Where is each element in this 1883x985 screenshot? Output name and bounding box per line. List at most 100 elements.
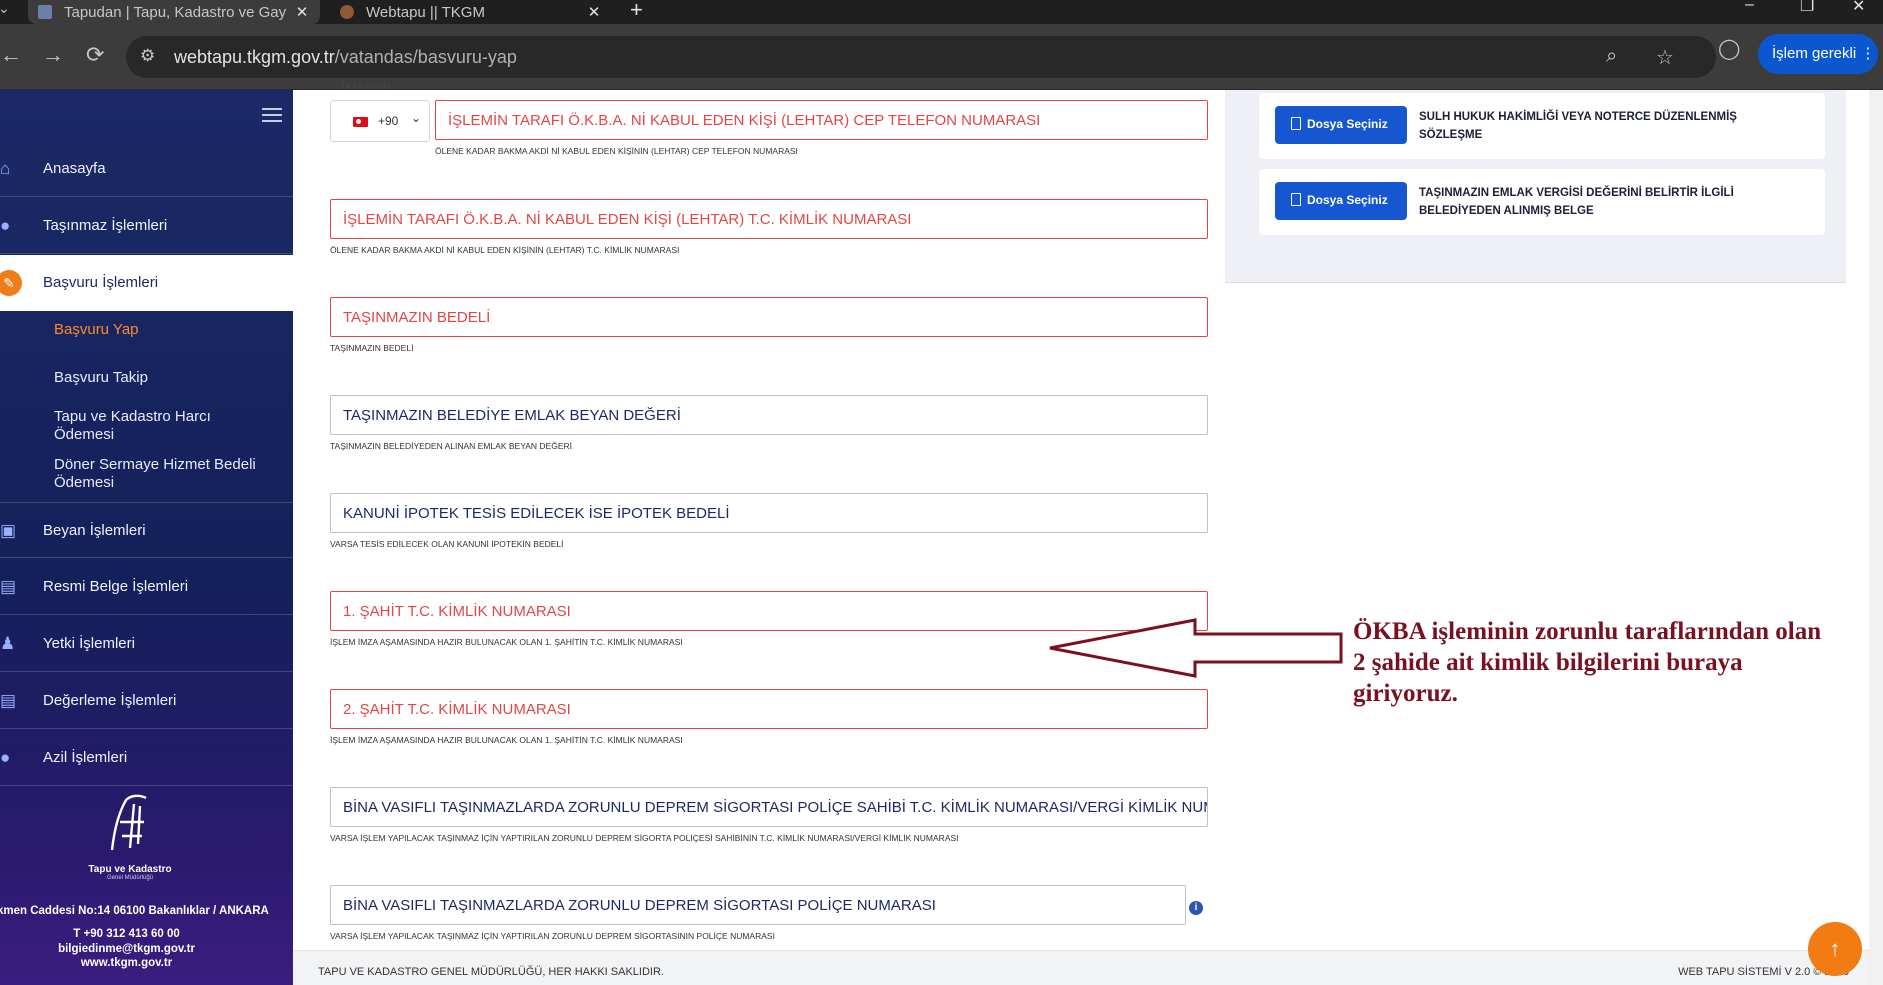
arrow-up-icon: ↑ [1829,936,1841,961]
hamburger-menu-icon[interactable] [262,108,282,126]
sidebar-item-label: Resmi Belge İşlemleri [43,578,189,595]
site-favicon-icon [340,5,354,19]
document-icon: ▤ [0,577,17,596]
edit-icon: ✎ [0,270,22,296]
sidebar-item-azil[interactable]: ● Azil İşlemleri [0,730,293,786]
emlak-beyan-input[interactable]: TAŞINMAZIN BELEDİYE EMLAK BEYAN DEĞERİ [330,395,1208,435]
back-icon[interactable]: ← [0,42,22,68]
tab-title: Webtapu || TKGM [366,3,485,21]
deprem-police-sahibi-input[interactable]: BİNA VASIFLI TAŞINMAZLARDA ZORUNLU DEPRE… [330,787,1208,827]
map-pin-icon: ● [0,216,11,235]
bookmark-star-icon[interactable]: ☆ [1656,45,1674,70]
dial-code: +90 [378,114,399,128]
close-icon[interactable]: ✕ [292,3,312,21]
field-hint: VARSA TESİS EDİLECEK OLAN KANUNİ İPOTEKİ… [330,539,564,549]
upload-card: Dosya Seçiniz SULH HUKUK HAKİMLİĞİ VEYA … [1259,93,1825,159]
zoom-icon[interactable]: ⌕ [1606,45,1617,68]
page-scrollbar[interactable] [1869,90,1883,985]
sidebar-item-label: Değerleme İşlemleri [43,692,177,709]
lehtar-tc-input[interactable]: İŞLEMİN TARAFI Ö.K.B.A. Nİ KABUL EDEN Kİ… [330,199,1208,239]
field-placeholder: 1. ŞAHİT T.C. KİMLİK NUMARASI [343,603,571,620]
chevron-down-icon: ⌄ [411,111,422,125]
subitem-basvuru-yap[interactable]: Başvuru Yap [54,321,284,339]
footer-website[interactable]: www.tkgm.gov.tr [0,957,273,969]
sidebar-item-beyan[interactable]: ▣ Beyan İşlemleri [0,502,293,558]
upload-doc-label: TAŞINMAZIN EMLAK VERGİSİ DEĞERİNİ BELİRT… [1419,187,1734,217]
field-hint: İŞLEM İMZA AŞAMASINDA HAZIR BULUNACAK OL… [330,637,683,647]
file-select-label: Dosya Seçiniz [1307,193,1388,207]
url-path: /vatandas/basvuru-yap [334,47,517,67]
field-placeholder: TAŞINMAZIN BEDELİ [343,309,491,326]
page-content: ⌂ Anasayfa ● Taşınmaz İşlemleri ✎ Başvur… [0,82,1883,985]
file-select-label: Dosya Seçiniz [1307,117,1388,131]
tab-tapudan[interactable]: Tapudan | Tapu, Kadastro ve Gay ✕ [28,0,320,24]
address-bar[interactable]: ⚙ webtapu.tkgm.gov.tr/vatandas/basvuru-y… [126,36,1716,78]
field-hint: VARSA İŞLEM YAPILACAK TAŞINMAZ İÇİN YAPT… [330,833,959,843]
field-placeholder: BİNA VASIFLI TAŞINMAZLARDA ZORUNLU DEPRE… [343,897,936,914]
subitem-basvuru-takip[interactable]: Başvuru Takip [54,369,284,387]
document-icon: ▤ [0,691,17,710]
action-required-button[interactable]: İşlem gerekli ⋮ [1758,34,1878,74]
browser-tab-bar: ⌄ Tapudan | Tapu, Kadastro ve Gay ✕ Webt… [0,0,1883,24]
field-placeholder: TAŞINMAZIN BELEDİYE EMLAK BEYAN DEĞERİ [343,407,681,424]
map-pin-icon: ● [0,748,11,767]
page-footer: TAPU VE KADASTRO GENEL MÜDÜRLÜĞÜ, HER HA… [293,950,1883,985]
sidebar-item-degerleme[interactable]: ▤ Değerleme İşlemleri [0,673,293,729]
sahit-2-tc-input[interactable]: 2. ŞAHİT T.C. KİMLİK NUMARASI [330,689,1208,729]
sidebar-item-anasayfa[interactable]: ⌂ Anasayfa [0,141,293,197]
minimize-icon[interactable]: – [1745,0,1754,14]
annotation-text: ÖKBA işleminin zorunlu taraflarından ola… [1353,618,1822,707]
lehtar-phone-input[interactable]: İŞLEMİN TARAFI Ö.K.B.A. Nİ KABUL EDEN Kİ… [435,100,1208,140]
subitem-doner-sermaye[interactable]: Döner Sermaye Hizmet Bedeli Ödemesi [54,456,279,492]
browser-toolbar: ← → ⟳ ⚙ webtapu.tkgm.gov.tr/vatandas/bas… [0,24,1883,90]
upload-card: Dosya Seçiniz TAŞINMAZIN EMLAK VERGİSİ D… [1259,169,1825,235]
country-code-select[interactable]: +90 ⌄ [330,100,430,142]
logo-title: Tapu ve Kadastro [88,864,172,875]
info-icon[interactable]: i [1189,901,1203,915]
profile-icon[interactable]: ◯ [1718,36,1740,61]
site-info-icon[interactable]: ⚙ [140,46,155,66]
field-placeholder: İŞLEMİN TARAFI Ö.K.B.A. Nİ KABUL EDEN Kİ… [343,211,912,228]
sidebar-item-label: Beyan İşlemleri [43,521,146,539]
field-hint: TAŞINMAZIN BEDELİ [330,343,414,353]
url-host: webtapu.tkgm.gov.tr [174,47,335,67]
url-text[interactable]: webtapu.tkgm.gov.tr/vatandas/basvuru-yap [174,47,517,68]
window-close-icon[interactable]: ✕ [1852,0,1865,16]
footer-address: kmen Caddesi No:14 06100 Bakanlıklar / A… [0,905,269,917]
field-placeholder: KANUNİ İPOTEK TESİS EDİLECEK İSE İPOTEK … [343,505,730,522]
upload-doc-label: SULH HUKUK HAKİMLİĞİ VEYA NOTERCE DÜZENL… [1419,111,1737,141]
tab-webtapu[interactable]: Webtapu || TKGM ✕ [330,0,612,24]
field-hint: TAŞINMAZIN BELEDİYEDEN ALINAN EMLAK BEYA… [330,441,572,451]
tab-title: Tapudan | Tapu, Kadastro ve Gay [64,3,287,21]
home-icon: ⌂ [0,159,11,178]
sidebar-item-tasinmaz[interactable]: ● Taşınmaz İşlemleri [0,198,293,254]
new-tab-icon[interactable]: + [630,0,643,23]
sidebar-item-yetki[interactable]: ♟ Yetki İşlemleri [0,616,293,672]
field-hint: ÖLENE KADAR BAKMA AKDİ Nİ KABUL EDEN KİŞ… [435,146,798,156]
sidebar-item-resmi-belge[interactable]: ▤ Resmi Belge İşlemleri [0,559,293,615]
annotation-arrow-icon [1049,618,1343,678]
sidebar-item-label: Anasayfa [43,160,106,177]
tasinmaz-bedeli-input[interactable]: TAŞINMAZIN BEDELİ [330,297,1208,337]
ipotek-bedeli-input[interactable]: KANUNİ İPOTEK TESİS EDİLECEK İSE İPOTEK … [330,493,1208,533]
deprem-police-no-input[interactable]: BİNA VASIFLI TAŞINMAZLARDA ZORUNLU DEPRE… [330,885,1186,925]
logo-subtitle: Genel Müdürlüğü [106,875,154,881]
file-select-button[interactable]: Dosya Seçiniz [1275,182,1407,220]
tkgm-logo [110,794,147,851]
field-placeholder: İŞLEMİN TARAFI Ö.K.B.A. Nİ KABUL EDEN Kİ… [448,112,1041,129]
sidebar-item-basvuru[interactable]: ✎ Başvuru İşlemleri [0,255,293,311]
file-select-button[interactable]: Dosya Seçiniz [1275,106,1407,144]
tab-search-icon[interactable]: ⌄ [0,0,10,17]
forward-icon[interactable]: → [42,42,64,68]
footer-phone: T +90 312 413 60 00 [73,928,180,940]
sidebar-item-label: Azil İşlemleri [43,749,128,766]
lock-icon: ▣ [0,521,17,540]
reload-icon[interactable]: ⟳ [86,42,104,68]
field-hint: VARSA İŞLEM YAPILACAK TAŞINMAZ İÇİN YAPT… [330,931,775,941]
maximize-icon[interactable]: ❐ [1800,0,1814,16]
subitem-harc-odemesi[interactable]: Tapu ve Kadastro Harcı Ödemesi [54,408,234,444]
footer-email[interactable]: bilgiedinme@tkgm.gov.tr [0,943,273,955]
country-code-label: ÜLKE KODU [342,82,390,91]
close-icon[interactable]: ✕ [584,3,604,21]
scroll-to-top-button[interactable]: ↑ [1808,922,1862,976]
